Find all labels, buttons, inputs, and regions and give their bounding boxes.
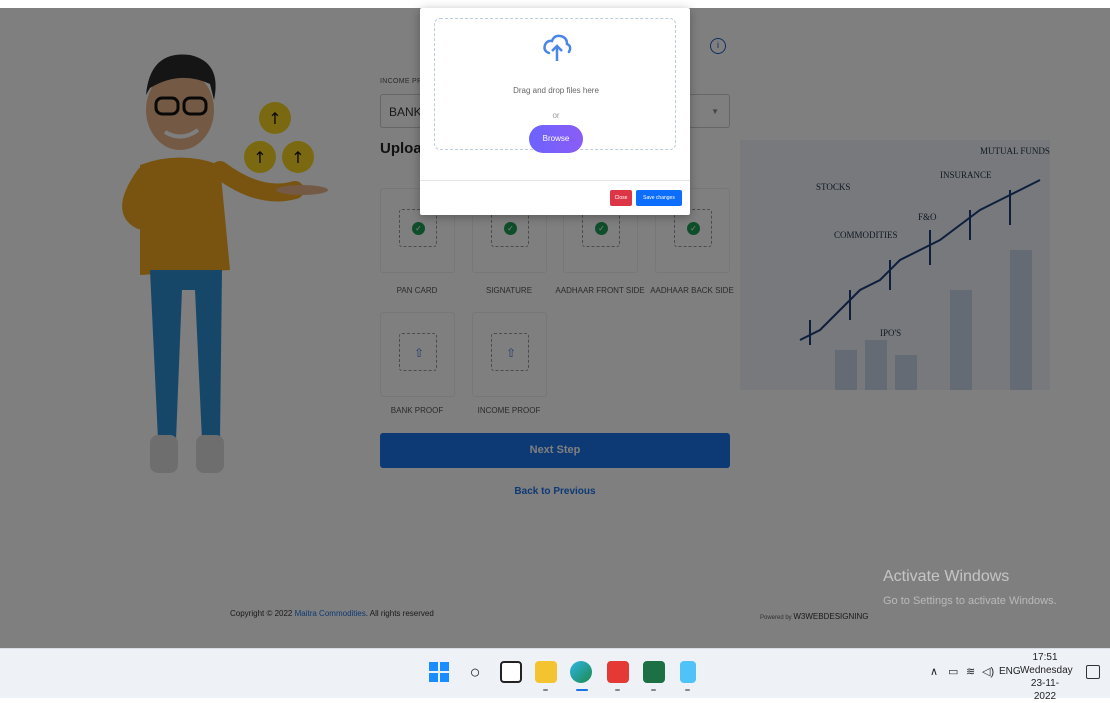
wifi-icon[interactable]: ≋	[966, 665, 975, 678]
upload-tile-income-proof[interactable]: ⇧	[472, 312, 547, 397]
chart-label: COMMODITIES	[834, 230, 898, 240]
anydesk-icon[interactable]	[607, 661, 629, 683]
file-explorer-icon[interactable]	[535, 661, 557, 683]
market-chart-illustration: MUTUAL FUNDS INSURANCE STOCKS F&O COMMOD…	[740, 140, 1050, 390]
upload-tile-frame: ⇧	[491, 333, 529, 371]
save-changes-button[interactable]: Save changes	[636, 190, 682, 206]
clock-date: 23-11-2022	[1030, 678, 1060, 702]
income-proof-label: INCOME PR	[380, 78, 423, 85]
income-proof-select-value: BANK	[389, 105, 422, 119]
running-indicator	[615, 689, 620, 691]
next-step-button[interactable]: Next Step	[380, 433, 730, 468]
close-button[interactable]: Close	[610, 190, 632, 206]
running-indicator	[543, 689, 548, 691]
chart-label: INSURANCE	[940, 170, 992, 180]
info-icon[interactable]: i	[710, 38, 726, 54]
clock-day: Wednesday	[1020, 665, 1073, 676]
copyright-brand-link[interactable]: Maitra Commodities	[295, 609, 366, 618]
powered-by-brand[interactable]: W3WEBDESIGNING	[793, 612, 868, 621]
notification-icon[interactable]	[1086, 665, 1100, 679]
tile-label: INCOME PROOF	[477, 406, 541, 415]
svg-text:↑: ↑	[268, 109, 281, 128]
back-to-previous-link[interactable]: Back to Previous	[380, 486, 730, 497]
windows-start-icon[interactable]	[428, 661, 450, 683]
activate-windows-subtitle: Go to Settings to activate Windows.	[883, 595, 1057, 607]
windows-logo	[429, 662, 449, 682]
windows-taskbar: ○ ∧ ▭ ≋ ◁) ENG 17:51 Wednesday 23-11-202…	[0, 648, 1110, 702]
language-indicator[interactable]: ENG	[999, 666, 1021, 677]
tile-label: SIGNATURE	[485, 286, 533, 295]
tile-label: AADHAAR FRONT SIDE	[555, 286, 645, 295]
tile-label: PAN CARD	[396, 286, 438, 295]
chart-label: STOCKS	[816, 182, 851, 192]
dropzone-or: or	[552, 111, 560, 120]
character-illustration: ↑ ↑ ↑	[122, 54, 328, 473]
upload-cloud-icon: ⇧	[505, 346, 517, 360]
top-strip	[0, 0, 1110, 8]
running-indicator	[685, 689, 690, 691]
chart-label: MUTUAL FUNDS	[980, 146, 1050, 156]
chart-label: F&O	[918, 212, 937, 222]
battery-icon[interactable]: ▭	[948, 665, 958, 678]
tile-label: BANK PROOF	[390, 406, 444, 415]
check-icon: ✓	[687, 222, 700, 235]
chevron-down-icon: ▼	[711, 107, 719, 116]
active-indicator	[576, 689, 588, 691]
upload-modal: Drag and drop files here or Browse Close…	[420, 8, 690, 215]
copyright-text: Copyright © 2022 Maitra Commodities. All…	[230, 609, 434, 618]
powered-by-text: Powered by W3WEBDESIGNING	[760, 612, 868, 621]
copyright-suffix: . All rights reserved	[365, 609, 434, 618]
activate-windows-title: Activate Windows	[883, 568, 1010, 585]
file-dropzone[interactable]: Drag and drop files here or Browse	[434, 18, 676, 153]
clock-time: 17:51	[1032, 652, 1058, 663]
upload-tile-frame: ⇧	[399, 333, 437, 371]
system-clock[interactable]: 17:51 Wednesday 23-11-2022	[1020, 651, 1073, 703]
check-icon: ✓	[504, 222, 517, 235]
volume-icon[interactable]: ◁)	[982, 665, 994, 678]
chart-label: IPO'S	[880, 328, 902, 338]
candlestick-graphic	[799, 179, 1041, 390]
modal-divider	[420, 180, 690, 181]
check-icon: ✓	[595, 222, 608, 235]
browse-button[interactable]: Browse	[529, 125, 583, 153]
edge-icon[interactable]	[570, 661, 592, 683]
copyright-prefix: Copyright © 2022	[230, 609, 293, 618]
powered-by-prefix: Powered by	[760, 615, 792, 621]
svg-text:↑: ↑	[253, 148, 266, 167]
tile-label: AADHAAR BACK SIDE	[650, 286, 734, 295]
notepad-icon[interactable]	[680, 661, 696, 683]
upload-cloud-icon: ⇧	[413, 346, 425, 360]
cloud-upload-icon	[543, 34, 572, 61]
excel-icon[interactable]	[643, 661, 665, 683]
dropzone-instructions: Drag and drop files here	[513, 86, 599, 95]
upload-tile-bank-proof[interactable]: ⇧	[380, 312, 455, 397]
task-view-icon[interactable]	[500, 661, 522, 683]
running-indicator	[651, 689, 656, 691]
search-icon[interactable]: ○	[464, 661, 486, 683]
check-icon: ✓	[412, 222, 425, 235]
chevron-up-icon[interactable]: ∧	[930, 665, 938, 678]
svg-text:↑: ↑	[291, 148, 304, 167]
